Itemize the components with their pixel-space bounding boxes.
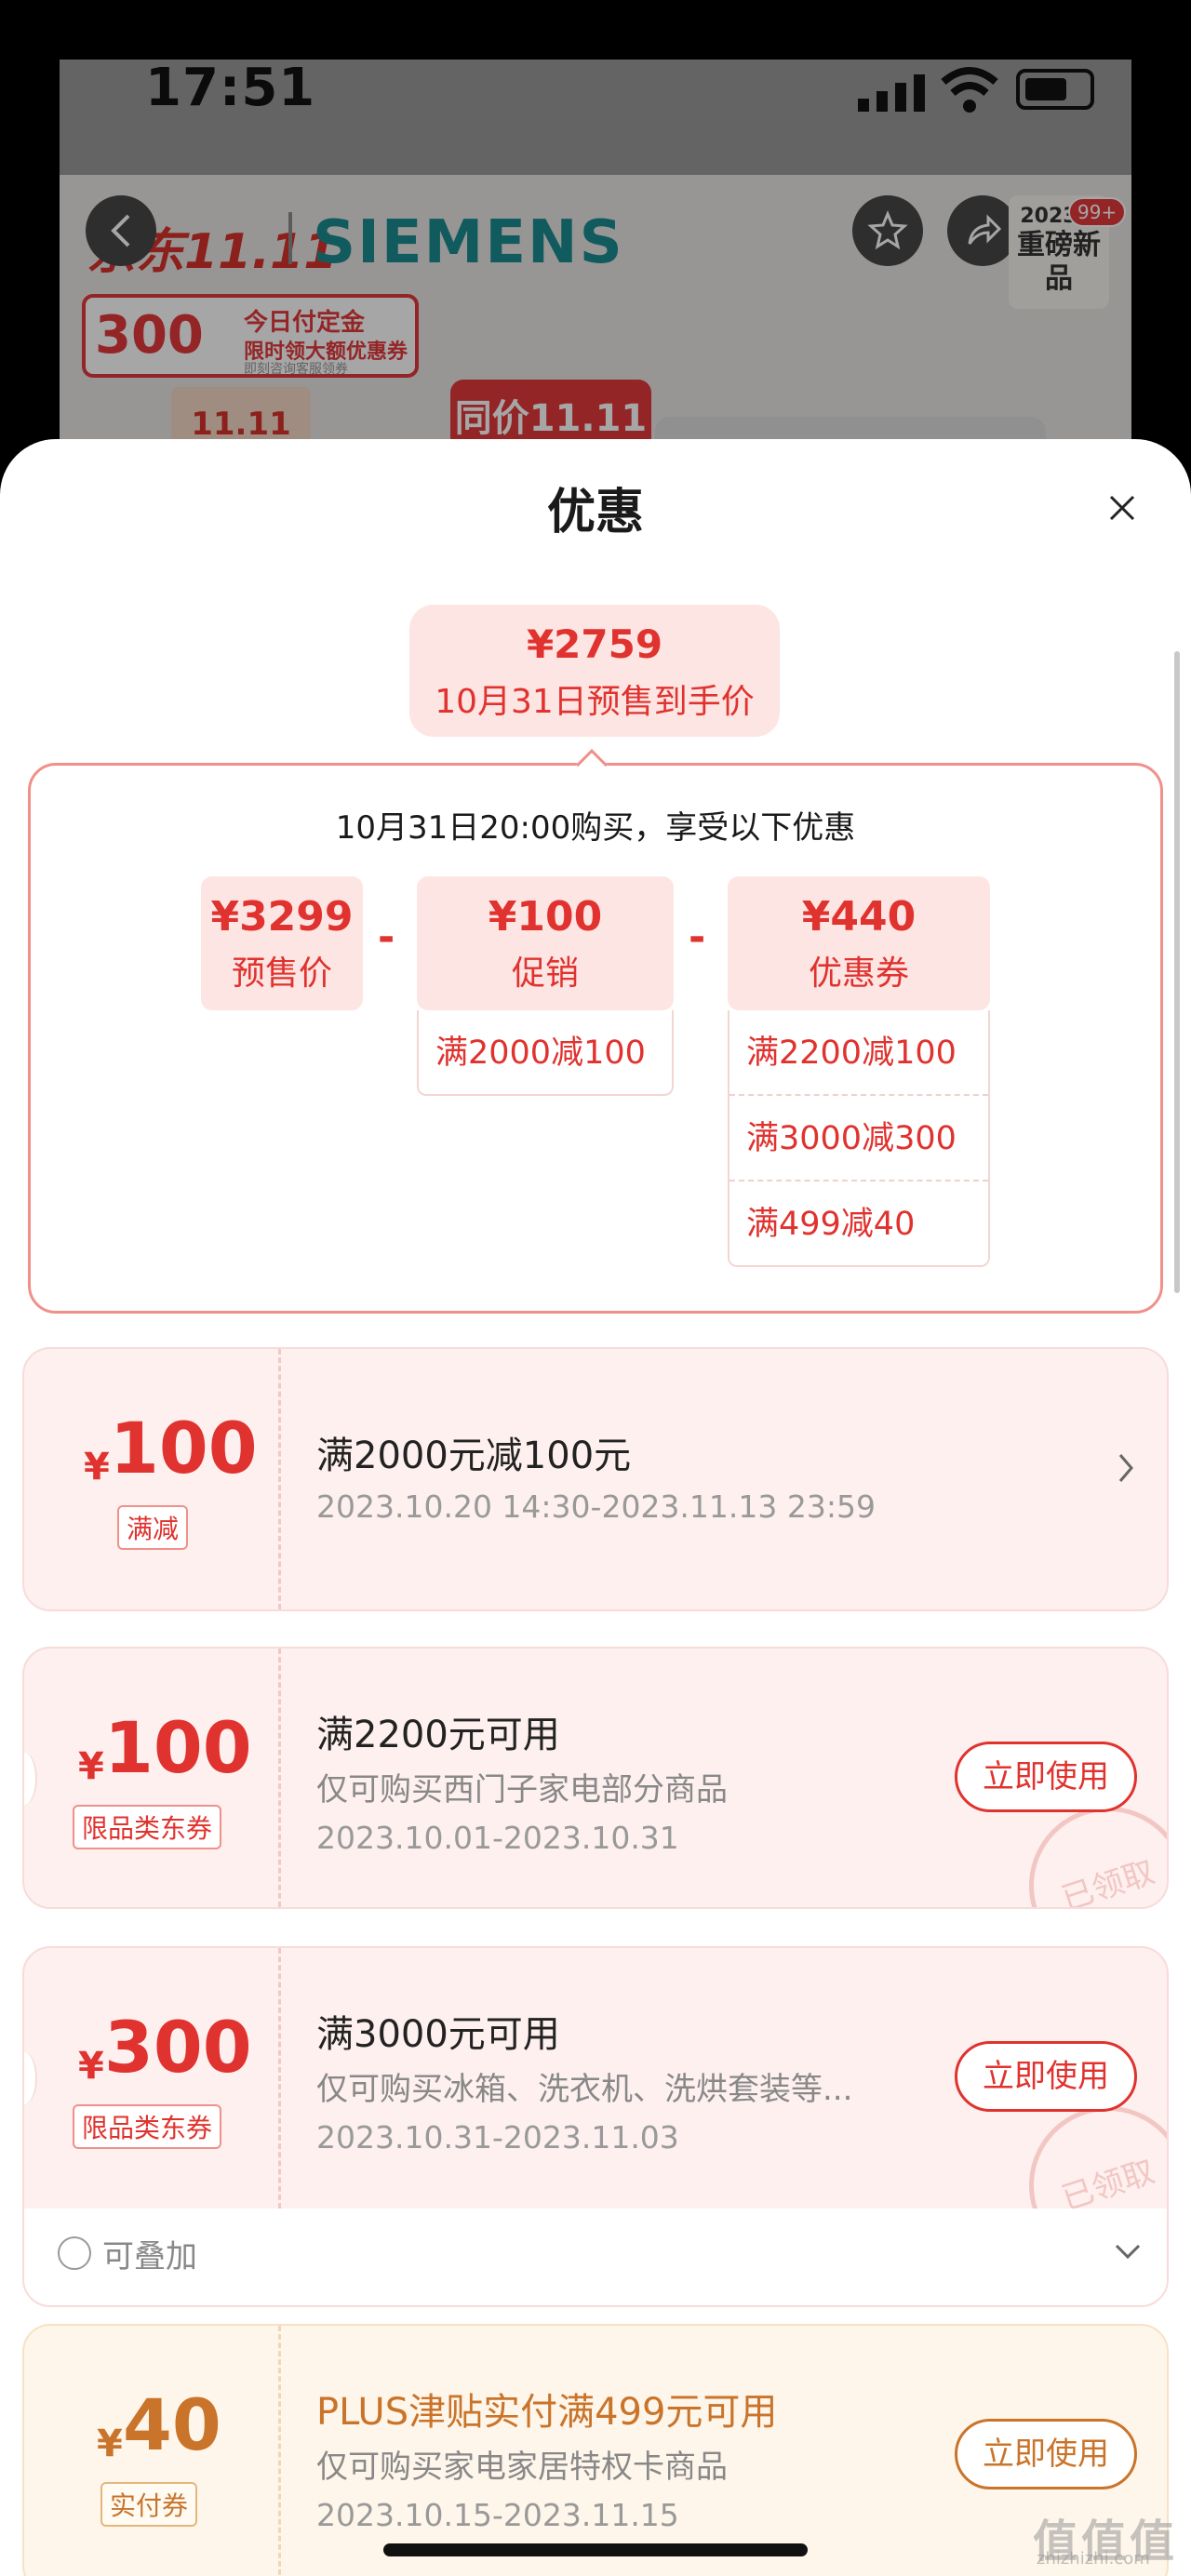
coupon-total-box: ¥440 优惠券 [728, 876, 990, 1010]
presale-price-box: ¥3299 预售价 [201, 876, 363, 1010]
coupon-amount: 100 [104, 1706, 252, 1789]
coupon-validity: 2023.10.20 14:30-2023.11.13 23:59 [316, 1488, 876, 1525]
coupon-validity: 2023.10.01-2023.10.31 [316, 1820, 679, 1856]
presale-amount: ¥3299 [210, 893, 354, 941]
coupon-detail-item: 满2200减100 [729, 1010, 988, 1096]
close-icon[interactable] [1102, 487, 1143, 528]
presale-label: 预售价 [231, 954, 332, 993]
coupon-details: 满2200减100 满3000减300 满499减40 [728, 1010, 990, 1267]
coupon-title: 满2200元可用 [316, 1714, 560, 1756]
sheet-title: 优惠 [546, 485, 644, 541]
coupon-total-label: 优惠券 [808, 954, 909, 993]
use-now-button[interactable]: 立即使用 [955, 1742, 1137, 1812]
coupon-total-amount: ¥440 [801, 893, 917, 941]
coupon-description: 仅可购买家电家居特权卡商品 [316, 2449, 728, 2486]
final-price-bubble: ¥2759 10月31日预售到手价 [409, 605, 780, 737]
home-indicator[interactable] [383, 2543, 808, 2556]
coupon-card-siemens: ¥ 100 限品类东券 满2200元可用 仅可购买西门子家电部分商品 2023.… [22, 1647, 1169, 1909]
coupon-validity: 2023.10.31-2023.11.03 [316, 2119, 679, 2156]
coupon-detail-item: 满3000减300 [729, 1096, 988, 1181]
stackable-label: 可叠加 [102, 2238, 197, 2276]
minus-sign: - [689, 914, 706, 961]
coupon-description: 仅可购买西门子家电部分商品 [316, 1771, 728, 1809]
chevron-down-icon[interactable] [1111, 2235, 1144, 2268]
coupon-amount: 40 [123, 2383, 221, 2466]
use-now-button[interactable]: 立即使用 [955, 2419, 1137, 2489]
promotion-box: ¥100 促销 [417, 876, 674, 1010]
watermark-url: zhizhizhi.com [1037, 2549, 1150, 2569]
currency-symbol: ¥ [84, 1446, 110, 1488]
coupon-title: PLUS津贴实付满499元可用 [316, 2391, 778, 2434]
final-price: ¥2759 [526, 621, 663, 667]
coupon-title: 满3000元可用 [316, 2013, 560, 2056]
stack-icon [58, 2236, 91, 2270]
coupon-type-tag: 限品类东券 [73, 2104, 222, 2149]
coupon-card-appliance: ¥ 300 限品类东券 满3000元可用 仅可购买冰箱、洗衣机、洗烘套装等...… [22, 1946, 1169, 2307]
chevron-right-icon[interactable] [1115, 1451, 1137, 1485]
coupon-type-tag: 实付券 [100, 2482, 198, 2527]
coupon-amount: 300 [104, 2006, 252, 2089]
coupon-description: 仅可购买冰箱、洗衣机、洗烘套装等... [316, 2071, 853, 2108]
scrollbar[interactable] [1174, 651, 1180, 1293]
promotion-label: 促销 [511, 954, 579, 993]
coupon-value-section: ¥ 300 限品类东券 [24, 1948, 281, 2209]
coupon-detail-item: 满499减40 [746, 1206, 916, 1243]
promotion-amount: ¥100 [488, 893, 603, 941]
use-now-button[interactable]: 立即使用 [955, 2041, 1137, 2112]
currency-symbol: ¥ [78, 2045, 104, 2088]
final-price-label: 10月31日预售到手价 [435, 683, 755, 721]
purchase-note: 10月31日20:00购买，享受以下优惠 [335, 809, 856, 847]
coupon-type-tag: 满减 [117, 1505, 189, 1550]
coupon-value-section: ¥ 100 满减 [24, 1349, 281, 1609]
currency-symbol: ¥ [97, 2423, 123, 2465]
phone-screen: 17:51 京东11.11 SIEMENS 2023年 重磅新品 99+ 300… [0, 0, 1191, 2576]
coupon-validity: 2023.10.15-2023.11.15 [316, 2497, 679, 2533]
discount-sheet: 优惠 ¥2759 10月31日预售到手价 10月31日20:00购买，享受以下优… [0, 439, 1191, 2576]
coupon-value-section: ¥ 40 实付券 [24, 2326, 281, 2576]
coupon-type-tag: 限品类东券 [73, 1805, 222, 1849]
stackable-row[interactable]: 可叠加 [24, 2209, 1167, 2305]
coupon-card-plus: ¥ 40 实付券 PLUS津贴实付满499元可用 仅可购买家电家居特权卡商品 2… [22, 2324, 1169, 2576]
currency-symbol: ¥ [78, 1745, 104, 1788]
coupon-title: 满2000元减100元 [316, 1435, 632, 1477]
promotion-details: 满2000减100 [417, 1010, 674, 1096]
promotion-detail-item: 满2000减100 [435, 1034, 646, 1072]
coupon-card-promotion[interactable]: ¥ 100 满减 满2000元减100元 2023.10.20 14:30-20… [22, 1347, 1169, 1611]
coupon-amount: 100 [110, 1407, 258, 1489]
coupon-value-section: ¥ 100 限品类东券 [24, 1648, 281, 1907]
minus-sign: - [378, 914, 395, 961]
